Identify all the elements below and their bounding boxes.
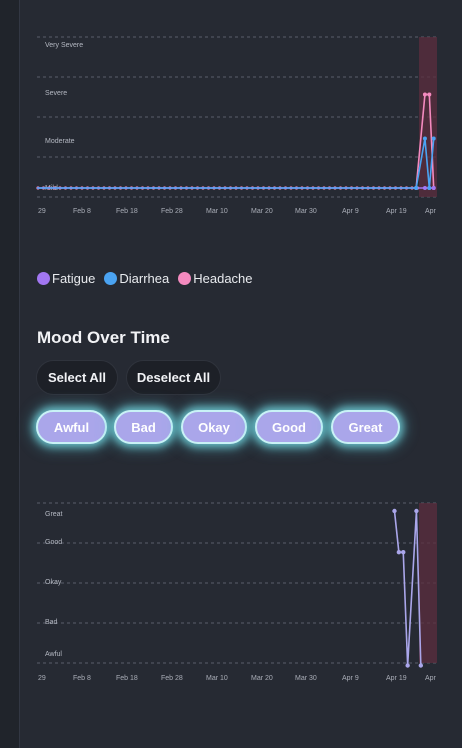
x-axis-tick-label: Apr	[425, 208, 437, 215]
today-highlight	[419, 503, 437, 663]
x-axis-tick-label: Apr 9	[342, 208, 359, 215]
mood-filter-good[interactable]: Good	[255, 410, 323, 444]
x-axis-tick-label: Mar 30	[295, 208, 317, 215]
mood-filter-awful[interactable]: Awful	[36, 410, 107, 444]
y-axis-label: Bad	[45, 619, 58, 626]
mood-filter-great[interactable]: Great	[331, 410, 400, 444]
diarrhea-dot-icon	[104, 272, 118, 285]
legend-label-diarrhea: Diarrhea	[119, 271, 170, 286]
deselect-all-button[interactable]: Deselect All	[126, 360, 221, 395]
legend-label-fatigue: Fatigue	[52, 271, 96, 286]
x-axis-tick-label: Apr 9	[342, 675, 359, 682]
data-point-fatigue	[431, 186, 436, 190]
x-axis-tick-label: Feb 18	[116, 675, 138, 682]
x-axis-tick-label: Feb 28	[161, 675, 183, 682]
series-line-mood	[393, 510, 422, 666]
headache-dot-icon	[178, 272, 192, 285]
x-axis-tick-label: 29	[38, 208, 46, 215]
x-axis-tick-label: 29	[38, 675, 46, 682]
mood-filter-okay[interactable]: Okay	[181, 410, 247, 444]
x-axis-tick-label: Feb 28	[161, 208, 183, 215]
x-axis-tick-label: Mar 10	[206, 675, 228, 682]
x-axis-tick-label: Feb 18	[116, 208, 138, 215]
data-point-mood	[405, 663, 410, 668]
data-point-mood	[396, 550, 402, 555]
data-point-diarrhea	[422, 136, 427, 141]
data-point-headache	[427, 92, 432, 97]
data-point-diarrhea	[427, 186, 432, 190]
legend-item-headache[interactable]: Headache	[178, 271, 253, 286]
fatigue-dot-icon	[37, 272, 50, 285]
data-point-mood	[414, 508, 419, 514]
y-axis-label: Great	[45, 511, 63, 518]
legend-label-headache: Headache	[193, 271, 253, 286]
mood-filter-bad[interactable]: Bad	[114, 410, 173, 444]
y-axis-label: Moderate	[45, 138, 75, 145]
x-axis-tick-label: Mar 20	[251, 675, 273, 682]
y-axis-label: Good	[45, 539, 62, 546]
x-axis-tick-label: Apr 19	[386, 675, 407, 682]
series-line-diarrhea	[37, 138, 435, 189]
legend-item-fatigue[interactable]: Fatigue	[37, 271, 95, 286]
y-axis-label: Very Severe	[45, 42, 83, 49]
data-point-mood	[392, 508, 397, 514]
y-axis-label: Severe	[45, 90, 67, 97]
data-point-mood	[401, 550, 406, 555]
data-point-headache	[422, 92, 427, 97]
series-line-headache	[37, 93, 435, 189]
mood-section-title: Mood Over Time	[37, 328, 170, 347]
mood-over-time-chart: Great Good Okay Bad Awful 29 Feb 8 Feb 18 Feb 28…	[37, 502, 437, 682]
data-point-mood	[418, 663, 424, 668]
x-axis-tick-label: Mar 20	[251, 208, 273, 215]
x-axis-tick-label: Apr 19	[386, 208, 407, 215]
legend-item-diarrhea[interactable]: Diarrhea	[104, 271, 169, 286]
x-axis-tick-label: Mar 30	[295, 675, 317, 682]
x-axis-tick-label: Feb 8	[73, 675, 91, 682]
y-axis-label: Okay	[45, 579, 62, 586]
data-point-diarrhea	[431, 136, 436, 141]
x-axis-tick-label: Feb 8	[73, 208, 91, 215]
y-axis-label: Awful	[45, 651, 62, 658]
symptom-severity-chart: Very SevereSevereModerateMild29 Feb 8 Feb …	[36, 36, 437, 215]
chart-legend: Fatigue Diarrhea Headache	[37, 271, 262, 286]
data-point-fatigue	[422, 186, 427, 190]
select-all-button[interactable]: Select All	[36, 360, 118, 395]
x-axis-tick-label: Apr	[425, 675, 437, 682]
data-point-diarrhea	[414, 186, 419, 190]
x-axis-tick-label: Mar 10	[206, 208, 228, 215]
